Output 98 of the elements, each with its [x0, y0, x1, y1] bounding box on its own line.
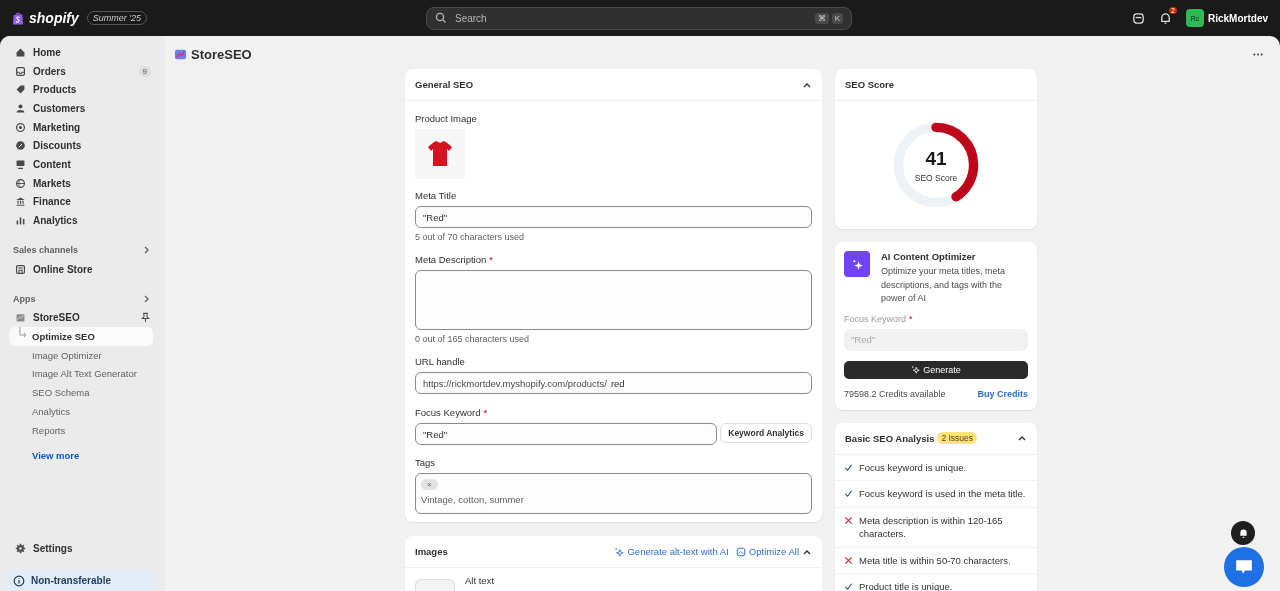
field-label: Focus Keyword	[844, 313, 907, 324]
shortcut-key: K	[831, 12, 843, 24]
card-title: SEO Score	[845, 79, 895, 90]
issues-badge: 2 Issues	[937, 432, 978, 444]
sparkle-icon	[614, 546, 625, 557]
field-label: URL handle	[415, 356, 466, 367]
credits-balance: 79598.2 Credits available	[844, 388, 946, 399]
field-label: Meta Description	[415, 254, 487, 265]
bag-logo-icon	[12, 10, 24, 26]
nav-item[interactable]: Content	[0, 155, 165, 174]
pin-icon	[140, 312, 151, 324]
chat-bubble-icon	[1235, 559, 1253, 575]
text-field[interactable]: "Red"	[415, 206, 812, 228]
nav-item[interactable]: Products	[0, 80, 165, 100]
card-description: Optimize your meta titles, meta descriptions, and tags with the power of AI	[881, 265, 1007, 305]
url-field[interactable]: https://rickmortdev.myshopify.com/products/ red	[415, 372, 812, 394]
check-result: Meta title is within 50-70 characters.	[859, 553, 1011, 567]
field-label: Tags	[415, 457, 437, 468]
generate-button[interactable]: Generate	[844, 360, 1028, 379]
nav-subitem[interactable]: Analytics	[9, 402, 153, 421]
section-heading: Apps	[13, 294, 36, 305]
nav-item[interactable]: Settings	[0, 539, 165, 558]
store-icon	[1132, 11, 1145, 25]
bank-icon	[15, 196, 26, 208]
app-logo-icon	[15, 312, 26, 324]
page-title: StoreSEO	[191, 47, 252, 62]
required-mark: *	[909, 313, 913, 324]
check-result: Focus keyword is unique.	[859, 460, 967, 474]
nav-item[interactable]: Markets	[0, 173, 165, 193]
generate-alt-text-link[interactable]: Generate alt-text with AI	[614, 546, 729, 557]
required-mark: *	[489, 254, 493, 265]
settings-icon	[15, 543, 26, 555]
text-area[interactable]	[415, 270, 812, 330]
nav-subitem[interactable]: Optimize SEO	[9, 327, 153, 346]
nav-subitem[interactable]: Image Alt Text Generator	[9, 364, 153, 384]
nav-item[interactable]: Online Store	[0, 259, 165, 279]
search-field[interactable]: Search ⌘ K	[426, 6, 852, 30]
nav-item[interactable]: Orders 9	[0, 61, 165, 81]
nav-subitem[interactable]: Reports	[9, 420, 153, 440]
field-label: Focus Keyword	[415, 407, 481, 418]
nav-subitem[interactable]: Image Optimizer	[9, 345, 153, 365]
brand-logo: shopify	[29, 10, 79, 26]
nav-item[interactable]: Finance	[0, 192, 165, 212]
sparkle-icon	[850, 257, 864, 271]
shortcut-key: ⌘	[814, 12, 829, 24]
optimize-all-link[interactable]: Optimize All	[735, 546, 799, 557]
required-mark: *	[483, 407, 488, 418]
text-field[interactable]: "Red"	[415, 423, 718, 445]
check-result: Focus keyword is used in the meta title.	[859, 487, 1026, 501]
score-value: 41	[925, 147, 947, 170]
plan-notice[interactable]: Non-transferable	[6, 570, 155, 591]
column-heading: Alt text	[465, 575, 495, 586]
app-logo-icon	[174, 48, 187, 61]
image-optimize-icon	[735, 546, 746, 557]
count-badge: 9	[138, 65, 151, 77]
score-caption: SEO Score	[914, 172, 958, 183]
nav-item[interactable]: StoreSEO	[0, 308, 165, 328]
nav-item[interactable]: Home	[0, 43, 165, 62]
storefront-icon	[15, 263, 26, 275]
search-icon	[435, 12, 447, 24]
field-label: Product Image	[415, 113, 478, 124]
nav-item[interactable]: Customers	[0, 99, 165, 118]
target-icon	[15, 121, 26, 133]
sparkle-icon	[911, 365, 921, 374]
bar-chart-icon	[15, 215, 26, 227]
nav-item[interactable]: Discounts	[0, 136, 165, 156]
nav-item[interactable]: Marketing	[0, 117, 165, 137]
field-label: Meta Title	[415, 190, 458, 201]
bell-icon	[1237, 527, 1249, 539]
globe-icon	[15, 177, 26, 189]
section-heading: Sales channels	[13, 245, 79, 256]
tags-field[interactable]: × Vintage, cotton, summer	[415, 473, 812, 514]
tshirt-drawing	[425, 139, 455, 169]
info-icon	[13, 574, 25, 587]
view-more-link[interactable]: View more	[0, 450, 165, 462]
inbox-icon	[15, 65, 26, 77]
person-icon	[15, 102, 26, 114]
keyword-analytics-button[interactable]: Keyword Analytics	[720, 423, 812, 443]
search-input[interactable]: Search	[453, 11, 809, 25]
monitor-icon	[15, 158, 26, 170]
card-title: Images	[415, 546, 448, 557]
card-title: AI Content Optimizer	[881, 251, 977, 262]
bell-icon	[1159, 11, 1172, 25]
character-count: 0 out of 165 characters used	[415, 334, 531, 344]
card-title: Basic SEO Analysis	[845, 432, 935, 444]
buy-credits-link[interactable]: Buy Credits	[977, 388, 1028, 399]
tag-remove-button[interactable]: ×	[421, 479, 438, 490]
house-icon	[15, 46, 26, 58]
notification-button[interactable]	[1231, 521, 1255, 545]
tag-icon	[15, 84, 26, 96]
discount-badge-icon	[15, 140, 26, 152]
character-count: 5 out of 70 characters used	[415, 232, 526, 242]
nav-subitem[interactable]: SEO Schema	[9, 383, 153, 402]
chat-button[interactable]	[1224, 547, 1264, 587]
nav-item[interactable]: Analytics	[0, 211, 165, 230]
check-result: Meta description is within 120-165 characters.	[859, 513, 1004, 541]
more-icon	[1253, 53, 1263, 56]
card-title: General SEO	[415, 79, 474, 90]
